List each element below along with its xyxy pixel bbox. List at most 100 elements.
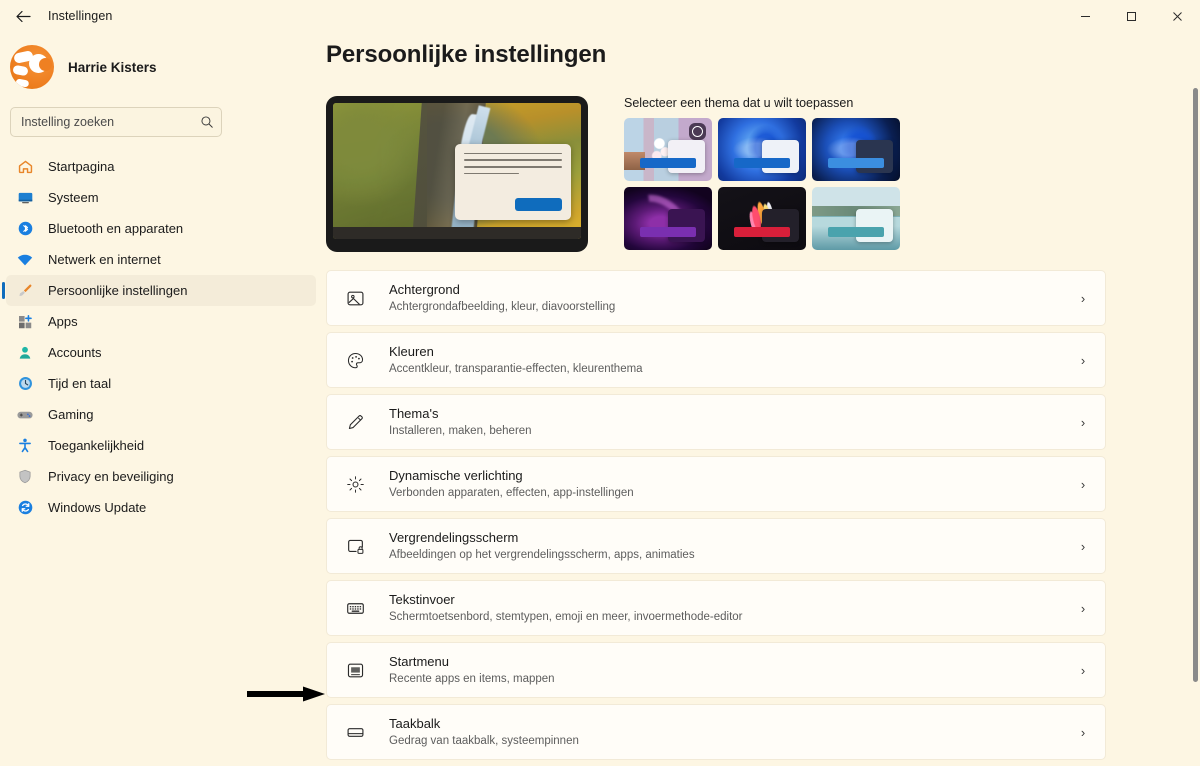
chevron-right-icon: › bbox=[1080, 538, 1086, 554]
close-button[interactable] bbox=[1154, 0, 1200, 32]
light-burst-icon bbox=[343, 472, 367, 496]
chevron-right-icon: › bbox=[1080, 662, 1086, 678]
device-preview bbox=[326, 96, 588, 252]
accessibility-icon bbox=[14, 436, 36, 456]
scrollbar-thumb[interactable] bbox=[1193, 88, 1198, 682]
settings-row-tekstinvoer[interactable]: Tekstinvoer Schermtoetsenbord, stemtypen… bbox=[326, 580, 1106, 636]
sidebar-item-toegankelijkheid[interactable]: Toegankelijkheid bbox=[6, 430, 316, 461]
vertical-scrollbar[interactable] bbox=[1192, 88, 1198, 746]
preview-window-mock bbox=[454, 143, 572, 220]
settings-row-startmenu[interactable]: Startmenu Recente apps en items, mappen … bbox=[326, 642, 1106, 698]
settings-row-dynamische-verlichting[interactable]: Dynamische verlichting Verbonden apparat… bbox=[326, 456, 1106, 512]
settings-row-title: Kleuren bbox=[389, 344, 434, 360]
image-icon bbox=[343, 286, 367, 310]
theme-option-2[interactable] bbox=[718, 118, 806, 181]
search-container bbox=[10, 107, 222, 137]
clock-icon bbox=[14, 374, 36, 394]
sidebar-item-label: Windows Update bbox=[48, 500, 147, 515]
main-content: Persoonlijke instellingen Selecteer een … bbox=[326, 32, 1200, 766]
settings-row-title: Achtergrond bbox=[389, 282, 460, 298]
sidebar-item-label: Startpagina bbox=[48, 159, 115, 174]
sidebar-item-systeem[interactable]: Systeem bbox=[6, 182, 316, 213]
settings-row-subtitle: Afbeeldingen op het vergrendelingsscherm… bbox=[389, 549, 695, 562]
settings-row-subtitle: Gedrag van taakbalk, systeempinnen bbox=[389, 735, 579, 748]
sidebar-item-tijd-en-taal[interactable]: Tijd en taal bbox=[6, 368, 316, 399]
monitor-icon bbox=[14, 188, 36, 208]
bluetooth-icon bbox=[14, 219, 36, 239]
sidebar-item-label: Apps bbox=[48, 314, 78, 329]
account-icon bbox=[14, 343, 36, 363]
minimize-icon bbox=[1080, 15, 1090, 17]
settings-list: Achtergrond Achtergrondafbeelding, kleur… bbox=[326, 270, 1106, 766]
sidebar-item-startpagina[interactable]: Startpagina bbox=[6, 151, 316, 182]
chevron-right-icon: › bbox=[1080, 724, 1086, 740]
apps-icon bbox=[14, 312, 36, 332]
settings-row-taakbalk[interactable]: Taakbalk Gedrag van taakbalk, systeempin… bbox=[326, 704, 1106, 760]
sidebar-item-gaming[interactable]: Gaming bbox=[6, 399, 316, 430]
theme-option-1[interactable] bbox=[624, 118, 712, 181]
search-icon bbox=[201, 116, 213, 128]
sidebar-item-windows-update[interactable]: Windows Update bbox=[6, 492, 316, 523]
avatar bbox=[10, 45, 54, 89]
chevron-right-icon: › bbox=[1080, 476, 1086, 492]
sidebar-item-label: Tijd en taal bbox=[48, 376, 112, 391]
settings-row-title: Startmenu bbox=[389, 654, 449, 670]
back-arrow-icon bbox=[15, 10, 31, 22]
sidebar-item-label: Systeem bbox=[48, 190, 99, 205]
sidebar-item-persoonlijke-instellingen[interactable]: Persoonlijke instellingen bbox=[2, 275, 316, 306]
minimize-button[interactable] bbox=[1062, 0, 1108, 32]
settings-row-kleuren[interactable]: Kleuren Accentkleur, transparantie-effec… bbox=[326, 332, 1106, 388]
settings-row-title: Taakbalk bbox=[389, 716, 441, 732]
sidebar-item-label: Bluetooth en apparaten bbox=[48, 221, 184, 236]
settings-row-achtergrond[interactable]: Achtergrond Achtergrondafbeelding, kleur… bbox=[326, 270, 1106, 326]
chevron-right-icon: › bbox=[1080, 414, 1086, 430]
settings-row-subtitle: Verbonden apparaten, effecten, app-inste… bbox=[389, 487, 634, 500]
settings-row-themas[interactable]: Thema's Installeren, maken, beheren › bbox=[326, 394, 1106, 450]
settings-window: Instellingen Harrie Kisters Instelling z… bbox=[0, 0, 1200, 766]
sidebar-item-label: Privacy en beveiliging bbox=[48, 469, 174, 484]
maximize-icon bbox=[1126, 11, 1136, 21]
sidebar-item-label: Netwerk en internet bbox=[48, 252, 161, 267]
settings-row-title: Vergrendelingsscherm bbox=[389, 530, 519, 546]
settings-row-title: Tekstinvoer bbox=[389, 592, 455, 608]
back-button[interactable] bbox=[6, 1, 40, 31]
wifi-icon bbox=[14, 250, 36, 270]
maximize-button[interactable] bbox=[1108, 0, 1154, 32]
close-icon bbox=[1172, 11, 1182, 21]
gamepad-icon bbox=[14, 405, 36, 425]
theme-option-6[interactable] bbox=[812, 187, 900, 250]
sidebar-item-accounts[interactable]: Accounts bbox=[6, 337, 316, 368]
brush-icon bbox=[14, 281, 36, 301]
pointer-arrow bbox=[247, 686, 325, 702]
start-menu-icon bbox=[343, 658, 367, 682]
sidebar-item-apps[interactable]: Apps bbox=[6, 306, 316, 337]
sidebar-item-label: Toegankelijkheid bbox=[48, 438, 145, 453]
keyboard-icon bbox=[343, 596, 367, 620]
settings-row-subtitle: Recente apps en items, mappen bbox=[389, 673, 555, 686]
chevron-right-icon: › bbox=[1080, 600, 1086, 616]
sidebar-item-bluetooth[interactable]: Bluetooth en apparaten bbox=[6, 213, 316, 244]
window-controls bbox=[1062, 0, 1200, 32]
theme-option-5[interactable] bbox=[718, 187, 806, 250]
chevron-right-icon: › bbox=[1080, 290, 1086, 306]
chevron-right-icon: › bbox=[1080, 352, 1086, 368]
theme-selector-label: Selecteer een thema dat u wilt toepassen bbox=[624, 96, 854, 110]
profile-section[interactable]: Harrie Kisters bbox=[0, 39, 326, 95]
page-title: Persoonlijke instellingen bbox=[326, 41, 607, 68]
preview-and-themes: Selecteer een thema dat u wilt toepassen bbox=[326, 96, 1200, 252]
pencil-icon bbox=[343, 410, 367, 434]
settings-row-subtitle: Schermtoetsenbord, stemtypen, emoji en m… bbox=[389, 611, 743, 624]
taskbar-icon bbox=[343, 720, 367, 744]
theme-option-4[interactable] bbox=[624, 187, 712, 250]
sidebar-nav: Startpagina Systeem Bluetooth en apparat… bbox=[0, 151, 326, 523]
sidebar-item-netwerk[interactable]: Netwerk en internet bbox=[6, 244, 316, 275]
theme-option-3[interactable] bbox=[812, 118, 900, 181]
theme-badge-icon bbox=[689, 123, 706, 140]
sidebar-item-label: Persoonlijke instellingen bbox=[48, 283, 188, 298]
sidebar-item-privacy[interactable]: Privacy en beveiliging bbox=[6, 461, 316, 492]
search-input[interactable] bbox=[10, 107, 222, 137]
window-title: Instellingen bbox=[48, 9, 113, 23]
settings-row-vergrendelingsscherm[interactable]: Vergrendelingsscherm Afbeeldingen op het… bbox=[326, 518, 1106, 574]
sidebar-item-label: Gaming bbox=[48, 407, 94, 422]
sidebar: Harrie Kisters Startpagina bbox=[0, 32, 326, 766]
